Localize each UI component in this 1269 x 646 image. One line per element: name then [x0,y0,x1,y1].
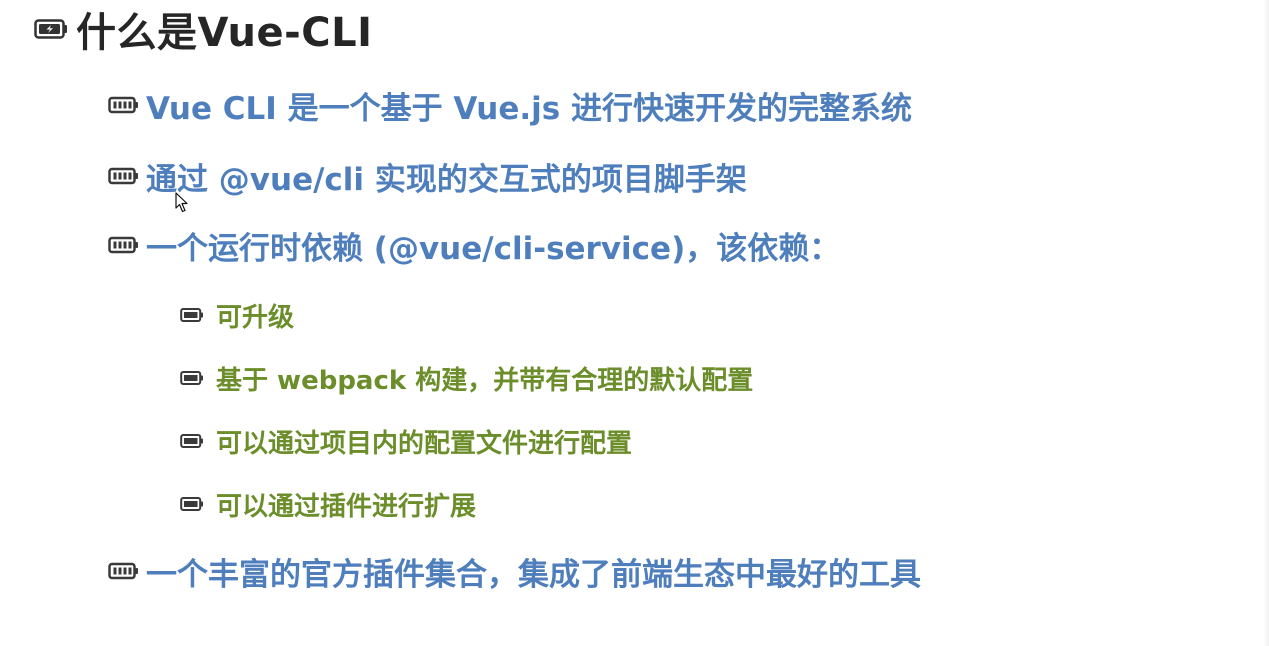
battery-icon [180,308,203,322]
sub-bullet-item: 可升级 [180,298,295,333]
bullet-text: 通过 @vue/cli 实现的交互式的项目脚手架 [146,161,747,198]
battery-icon [180,497,203,511]
sub-bullet-item: 可以通过项目内的配置文件进行配置 [180,424,633,459]
sub-bullet-text: 基于 webpack 构建，并带有合理的默认配置 [216,365,754,396]
bullet-item: 通过 @vue/cli 实现的交互式的项目脚手架 [108,156,747,198]
bullet-item: 一个运行时依赖 (@vue/cli-service)，该依赖： [108,225,841,267]
battery-charging-icon [34,19,67,39]
sub-bullet-item: 可以通过插件进行扩展 [180,487,477,522]
battery-icon [108,562,138,580]
battery-icon [108,96,138,114]
mouse-cursor-icon [175,192,188,213]
sub-bullet-item: 基于 webpack 构建，并带有合理的默认配置 [180,361,754,396]
bullet-text: 一个运行时依赖 (@vue/cli-service)，该依赖： [146,230,841,267]
bullet-item: 一个丰富的官方插件集合，集成了前端生态中最好的工具 [108,551,921,593]
battery-icon [108,236,138,254]
bullet-item: Vue CLI 是一个基于 Vue.js 进行快速开发的完整系统 [108,85,913,127]
sub-bullet-text: 可以通过项目内的配置文件进行配置 [216,428,633,459]
sub-bullet-text: 可升级 [216,302,295,333]
slide: 什么是Vue-CLI Vue CLI 是一个基于 Vue.js 进行快速开发的完… [0,0,1269,646]
slide-title: 什么是Vue-CLI [76,10,373,56]
battery-icon [180,371,203,385]
sub-bullet-text: 可以通过插件进行扩展 [216,491,477,522]
window-edge [1263,0,1269,646]
battery-icon [108,167,138,185]
battery-icon [180,434,203,448]
slide-title-row: 什么是Vue-CLI [34,6,372,56]
bullet-text: Vue CLI 是一个基于 Vue.js 进行快速开发的完整系统 [146,90,913,127]
bullet-text: 一个丰富的官方插件集合，集成了前端生态中最好的工具 [146,556,921,593]
